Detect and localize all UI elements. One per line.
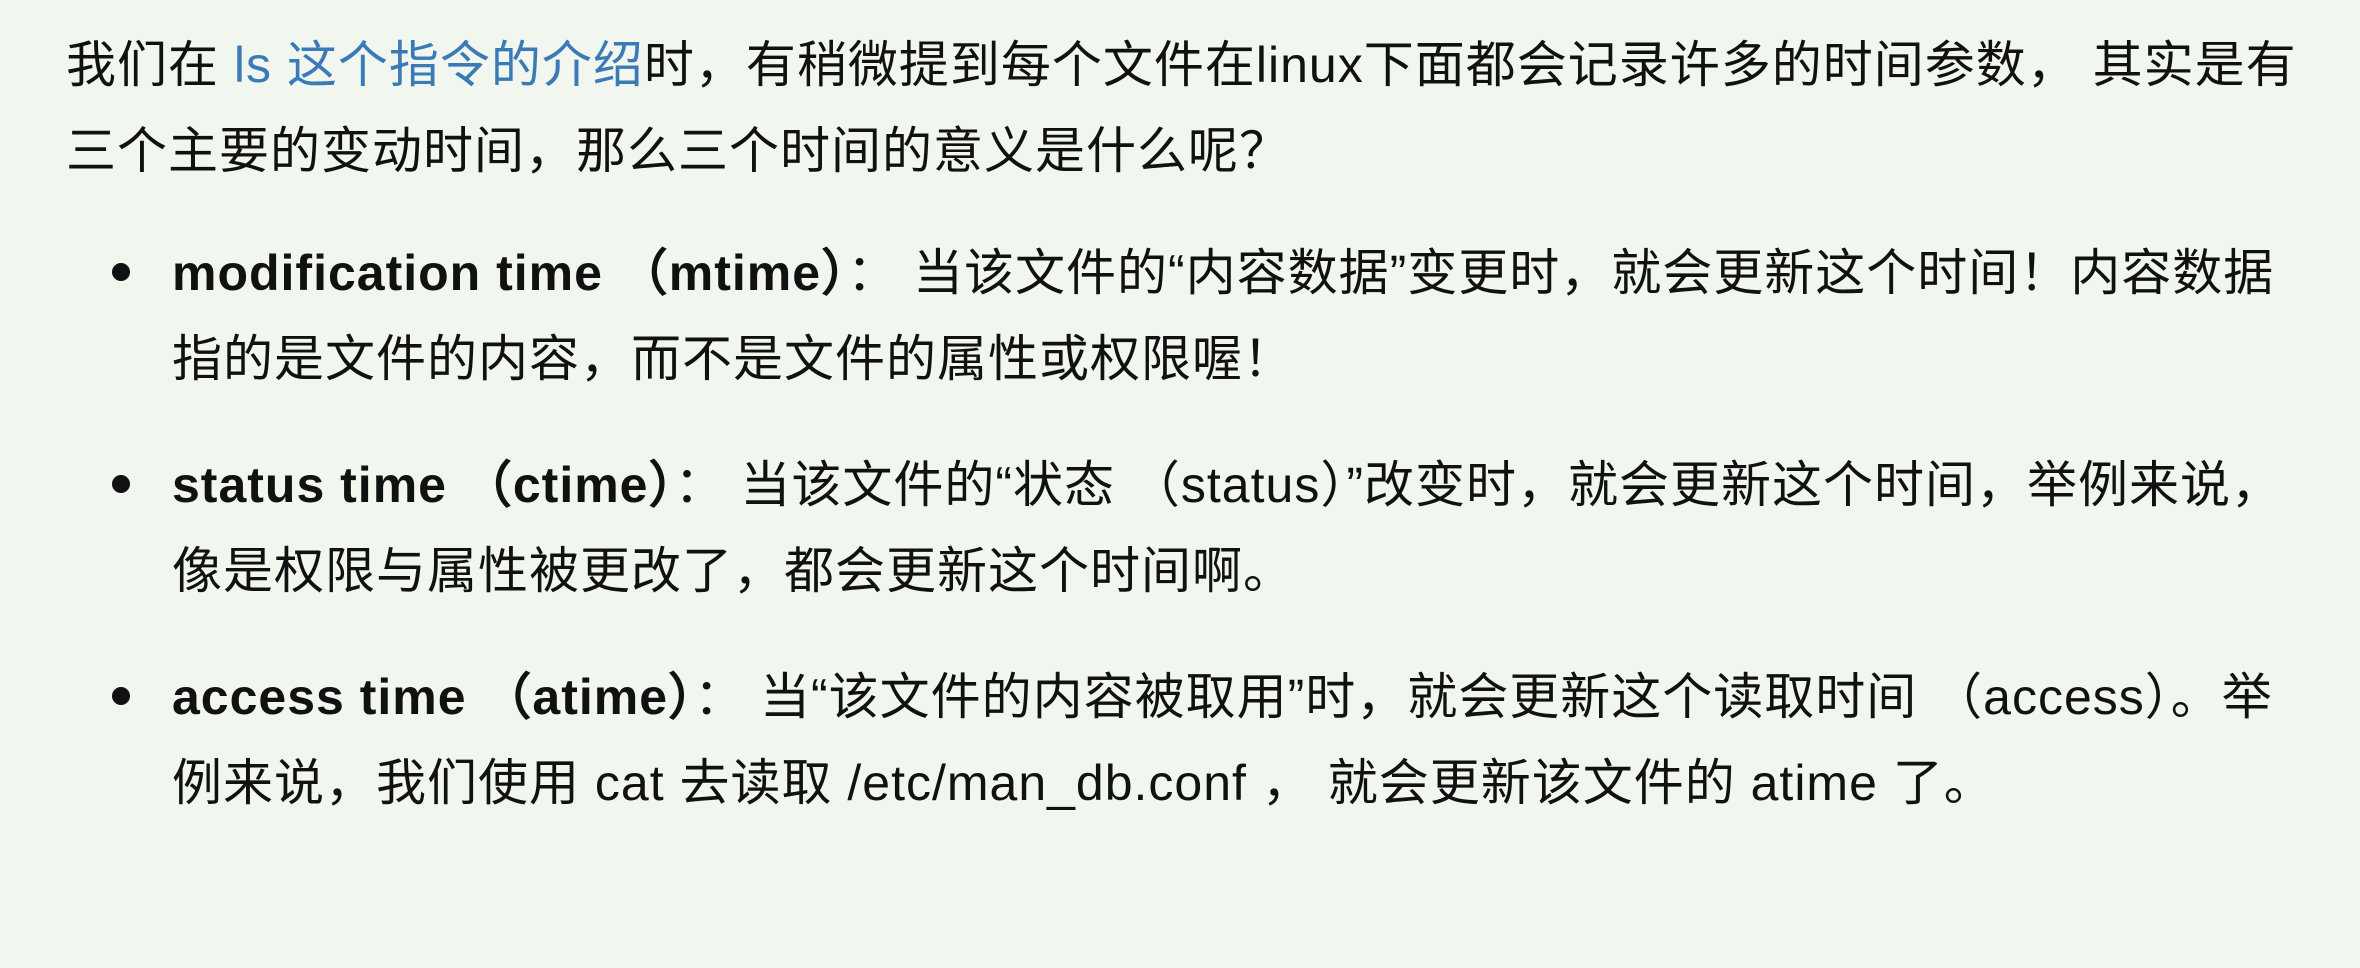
list-item-ctime: status time （ctime）： 当该文件的“状态 （status）”改…	[66, 442, 2300, 614]
bullet-icon	[112, 475, 130, 493]
bullet-icon	[112, 687, 130, 705]
intro-paragraph: 我们在 ls 这个指令的介绍时，有稍微提到每个文件在linux下面都会记录许多的…	[66, 22, 2300, 194]
list-item-atime: access time （atime）： 当“该文件的内容被取用”时，就会更新这…	[66, 654, 2300, 826]
article-content: 我们在 ls 这个指令的介绍时，有稍微提到每个文件在linux下面都会记录许多的…	[0, 0, 2360, 968]
ls-command-link[interactable]: ls 这个指令的介绍	[234, 37, 644, 93]
bullet-icon	[112, 263, 130, 281]
list-item-mtime: modification time （mtime）： 当该文件的“内容数据”变更…	[66, 230, 2300, 402]
term-mtime: modification time （mtime）	[172, 245, 848, 301]
term-ctime: status time （ctime）	[172, 457, 675, 513]
time-types-list: modification time （mtime）： 当该文件的“内容数据”变更…	[66, 230, 2300, 826]
term-atime: access time （atime）	[172, 669, 695, 725]
intro-text-before: 我们在	[66, 37, 234, 93]
